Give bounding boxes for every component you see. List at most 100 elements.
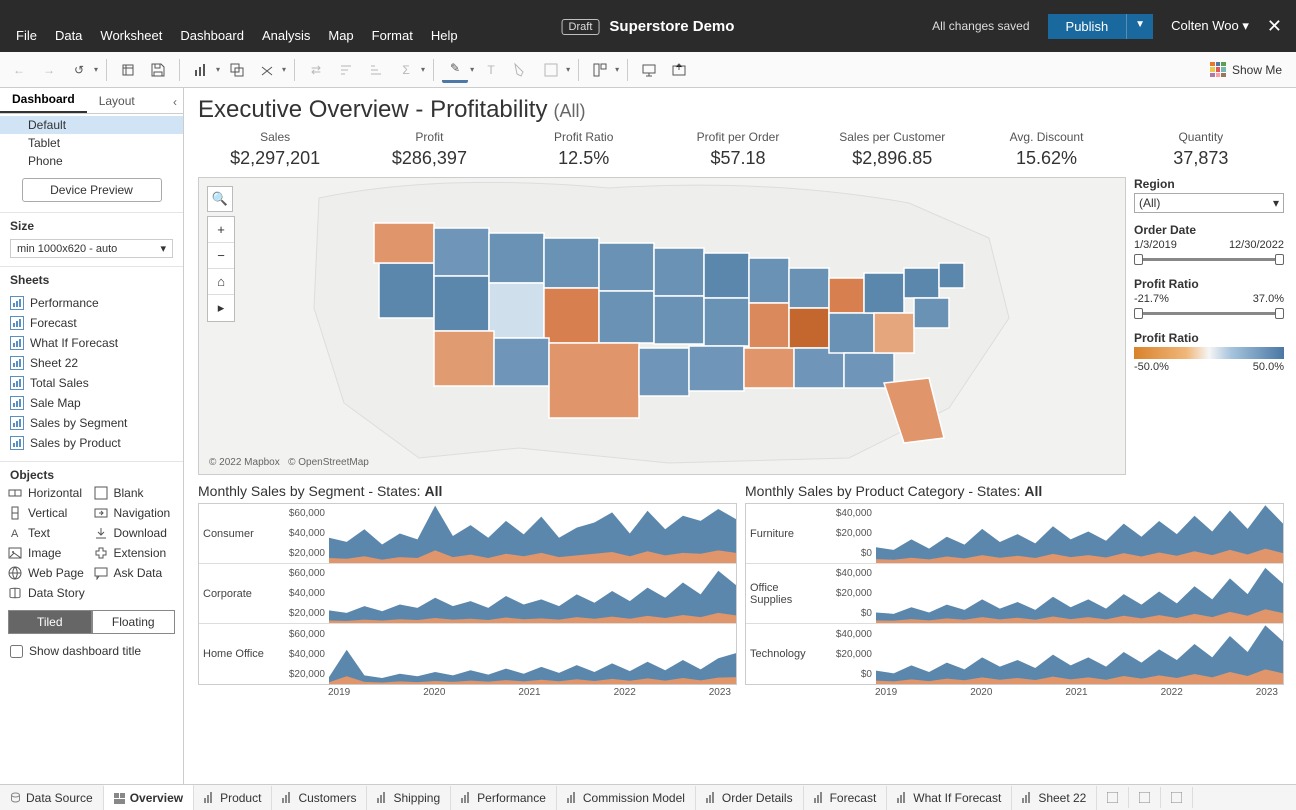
map-attr-1: © 2022 Mapbox	[209, 457, 280, 468]
share-button[interactable]	[666, 57, 692, 83]
objects-header: Objects	[0, 461, 183, 486]
device-phone[interactable]: Phone	[0, 152, 183, 170]
new-data-source-button[interactable]	[115, 57, 141, 83]
side-panel: Dashboard Layout ‹ Default Tablet Phone …	[0, 88, 184, 784]
tab-commission-model[interactable]: Commission Model	[557, 786, 696, 810]
tab-sheet-22[interactable]: Sheet 22	[1012, 786, 1097, 810]
object-image[interactable]: Image	[8, 546, 90, 560]
new-story-tab[interactable]	[1161, 787, 1193, 808]
kpi-card: Profit per Order$57.18	[661, 130, 815, 169]
fit-button[interactable]	[538, 57, 564, 83]
profit-ratio-label: Profit Ratio	[1134, 277, 1284, 291]
object-ask-data[interactable]: Ask Data	[94, 566, 176, 580]
device-tablet[interactable]: Tablet	[0, 134, 183, 152]
device-preview-button[interactable]: Device Preview	[22, 178, 162, 202]
object-data-story[interactable]: Data Story	[8, 586, 90, 600]
sheet-item[interactable]: Performance	[0, 293, 183, 313]
object-navigation[interactable]: Navigation	[94, 506, 176, 520]
menu-worksheet[interactable]: Worksheet	[92, 24, 170, 47]
sheet-item[interactable]: Sale Map	[0, 393, 183, 413]
object-text[interactable]: AText	[8, 526, 90, 540]
show-title-checkbox[interactable]	[10, 645, 23, 658]
user-menu[interactable]: Colten Woo ▾	[1171, 18, 1249, 34]
tab-what-if-forecast[interactable]: What If Forecast	[887, 786, 1012, 810]
menu-analysis[interactable]: Analysis	[254, 24, 318, 47]
show-me-button[interactable]: Show Me	[1210, 62, 1290, 78]
new-worksheet-button[interactable]	[188, 57, 214, 83]
menu-data[interactable]: Data	[47, 24, 90, 47]
tab-dashboard[interactable]: Dashboard	[0, 87, 87, 113]
close-button[interactable]: ✕	[1267, 16, 1282, 37]
publish-dropdown[interactable]: ▼	[1126, 14, 1153, 39]
tab-forecast[interactable]: Forecast	[804, 786, 888, 810]
label-button[interactable]	[508, 57, 534, 83]
new-worksheet-tab[interactable]	[1097, 787, 1129, 808]
profit-ratio-slider[interactable]	[1134, 307, 1284, 321]
tiled-button[interactable]: Tiled	[8, 610, 92, 634]
redo-button[interactable]: →	[36, 57, 62, 83]
undo-button[interactable]: ←	[6, 57, 32, 83]
map-search-icon[interactable]: 🔍	[207, 186, 233, 212]
show-cards-button[interactable]	[587, 57, 613, 83]
swap-button[interactable]: ⇄	[303, 57, 329, 83]
presentation-button[interactable]	[636, 57, 662, 83]
tab-data-source[interactable]: Data Source	[0, 786, 104, 810]
sort-asc-button[interactable]	[333, 57, 359, 83]
titlebar: File Data Worksheet Dashboard Analysis M…	[0, 0, 1296, 52]
menu-help[interactable]: Help	[423, 24, 466, 47]
map-zoom-out[interactable]: −	[208, 243, 234, 269]
floating-button[interactable]: Floating	[92, 610, 176, 634]
object-download[interactable]: Download	[94, 526, 176, 540]
highlight-button[interactable]: ✎	[442, 57, 468, 83]
object-blank[interactable]: Blank	[94, 486, 176, 500]
sheet-item[interactable]: Forecast	[0, 313, 183, 333]
tab-overview[interactable]: Overview	[104, 784, 194, 810]
object-web-page[interactable]: Web Page	[8, 566, 90, 580]
text-button[interactable]: T	[478, 57, 504, 83]
main-menu: File Data Worksheet Dashboard Analysis M…	[0, 24, 466, 47]
tab-performance[interactable]: Performance	[451, 786, 557, 810]
save-button[interactable]	[145, 57, 171, 83]
menu-map[interactable]: Map	[320, 24, 361, 47]
object-vertical[interactable]: Vertical	[8, 506, 90, 520]
duplicate-button[interactable]	[224, 57, 250, 83]
size-select[interactable]: min 1000x620 - auto▾	[10, 239, 173, 258]
object-horizontal[interactable]: Horizontal	[8, 486, 90, 500]
tab-order-details[interactable]: Order Details	[696, 786, 804, 810]
sheet-item[interactable]: Sales by Segment	[0, 413, 183, 433]
tab-shipping[interactable]: Shipping	[367, 786, 451, 810]
map-zoom-in[interactable]: +	[208, 217, 234, 243]
tab-layout[interactable]: Layout	[87, 89, 147, 113]
sheet-item[interactable]: Total Sales	[0, 373, 183, 393]
chart-row: Home Office$60,000$40,000$20,000	[199, 624, 736, 684]
chart-row: Corporate$60,000$40,000$20,000	[199, 564, 736, 624]
object-extension[interactable]: Extension	[94, 546, 176, 560]
menu-dashboard[interactable]: Dashboard	[172, 24, 252, 47]
order-date-slider[interactable]	[1134, 253, 1284, 267]
tab-product[interactable]: Product	[194, 786, 272, 810]
sheet-icon	[10, 296, 24, 310]
new-dashboard-tab[interactable]	[1129, 787, 1161, 808]
map-view[interactable]: 🔍 + − ⌂ ▸	[198, 177, 1126, 475]
sheet-icon	[10, 376, 24, 390]
revert-button[interactable]: ↺	[66, 57, 92, 83]
workbook-name: Superstore Demo	[609, 18, 734, 35]
map-pan[interactable]: ▸	[208, 295, 234, 321]
collapse-panel[interactable]: ‹	[167, 91, 183, 113]
menu-format[interactable]: Format	[364, 24, 421, 47]
chart-row: Technology$40,000$20,000$0	[746, 624, 1283, 684]
sheet-item[interactable]: Sheet 22	[0, 353, 183, 373]
device-default[interactable]: Default	[0, 116, 183, 134]
region-select[interactable]: (All)▾	[1134, 193, 1284, 213]
sheet-item[interactable]: Sales by Product	[0, 433, 183, 453]
menu-file[interactable]: File	[8, 24, 45, 47]
map-home[interactable]: ⌂	[208, 269, 234, 295]
sort-desc-button[interactable]	[363, 57, 389, 83]
publish-button[interactable]: Publish	[1048, 14, 1127, 39]
totals-button[interactable]: Σ	[393, 57, 419, 83]
clear-button[interactable]	[254, 57, 280, 83]
sheet-item[interactable]: What If Forecast	[0, 333, 183, 353]
show-title-label: Show dashboard title	[29, 644, 141, 658]
kpi-row: Sales$2,297,201Profit$286,397Profit Rati…	[198, 130, 1284, 169]
tab-customers[interactable]: Customers	[272, 786, 367, 810]
